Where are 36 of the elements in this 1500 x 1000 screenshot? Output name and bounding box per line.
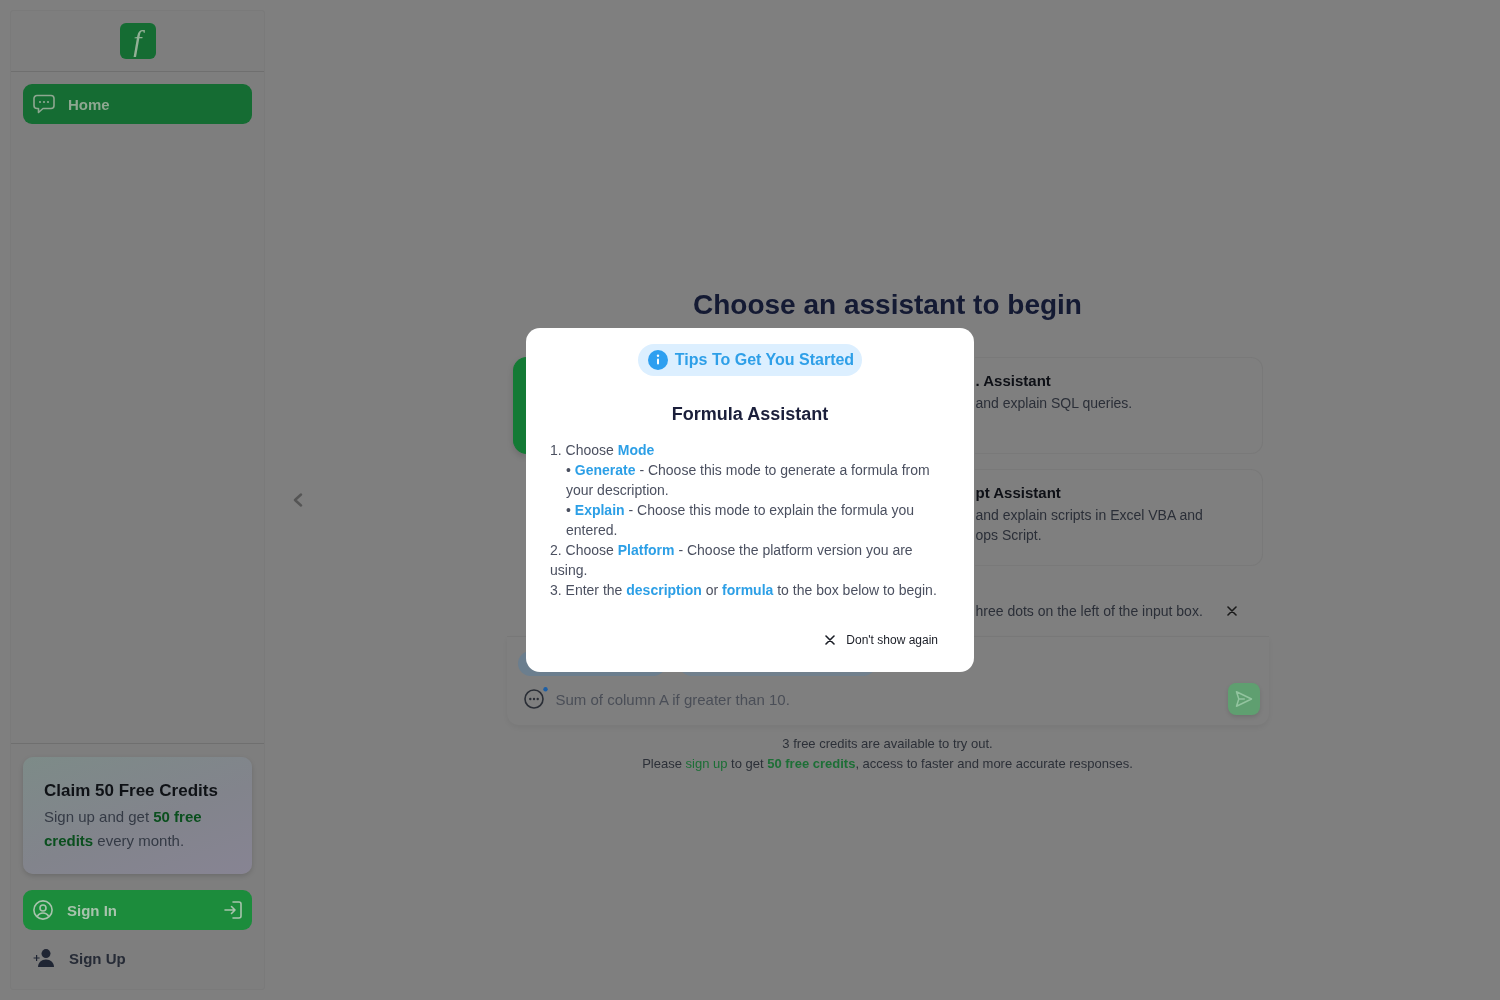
assistant-card[interactable]: . Assistant and explain SQL queries. — [974, 357, 1263, 454]
tip-step-text: 3. Enter the description or formula to the box below to begin. — [550, 581, 938, 600]
assistant-title: pt Assistant — [975, 483, 1062, 503]
promo-text: Sign up and get 50 free credits every month. — [44, 807, 203, 851]
tip-step-text: 2. Choose Platform - Choose the platform version you are using. — [550, 541, 914, 580]
add-user-icon — [33, 949, 55, 967]
tip-bullet-text: • Generate - Choose this mode to generate a formula from your description. — [566, 461, 931, 500]
promo-title: Claim 50 Free Credits — [44, 780, 219, 802]
assistant-description: and explain scripts in Excel VBA and ops Script. — [975, 506, 1204, 545]
chat-bubble-icon — [33, 94, 55, 114]
assistant-card[interactable] — [512, 357, 527, 454]
app-logo[interactable]: f — [119, 23, 156, 59]
chevron-left-icon[interactable] — [293, 493, 303, 507]
ellipsis-circle-icon[interactable] — [523, 687, 548, 709]
tip-step-text: 1. Choose Mode — [550, 441, 656, 460]
sign-in-button[interactable]: Sign In — [23, 890, 252, 930]
tip-text: hree dots on the left of the input box. — [975, 603, 1203, 619]
user-circle-icon — [33, 900, 53, 920]
assistant-title: . Assistant — [975, 371, 1052, 391]
signup-note: Please sign up to get 50 free credits, access to faster and more accurate responses. — [641, 755, 1134, 773]
send-button[interactable] — [1227, 683, 1260, 715]
dialog-title: Formula Assistant — [670, 403, 830, 426]
login-icon — [224, 901, 242, 919]
assistant-card[interactable]: pt Assistant and explain scripts in Excel VBA and ops Script. — [974, 469, 1263, 566]
nav-item[interactable]: Home — [23, 84, 252, 124]
close-icon[interactable] — [1226, 606, 1237, 616]
sign-up-button[interactable]: Sign Up — [23, 938, 136, 978]
page-heading: Choose an assistant to begin — [692, 288, 1083, 322]
close-icon — [825, 635, 836, 645]
tips-heading: Tips To Get You Started — [674, 351, 855, 369]
dont-show-again-button[interactable]: Don't show again — [825, 630, 938, 650]
assistant-description: and explain SQL queries. — [975, 394, 1134, 413]
send-icon — [1234, 690, 1253, 708]
tip-bullet-text: • Explain - Choose this mode to explain the formula you entered. — [566, 501, 916, 540]
credits-note: 3 free credits are available to try out. — [781, 735, 994, 753]
info-icon — [647, 350, 668, 370]
